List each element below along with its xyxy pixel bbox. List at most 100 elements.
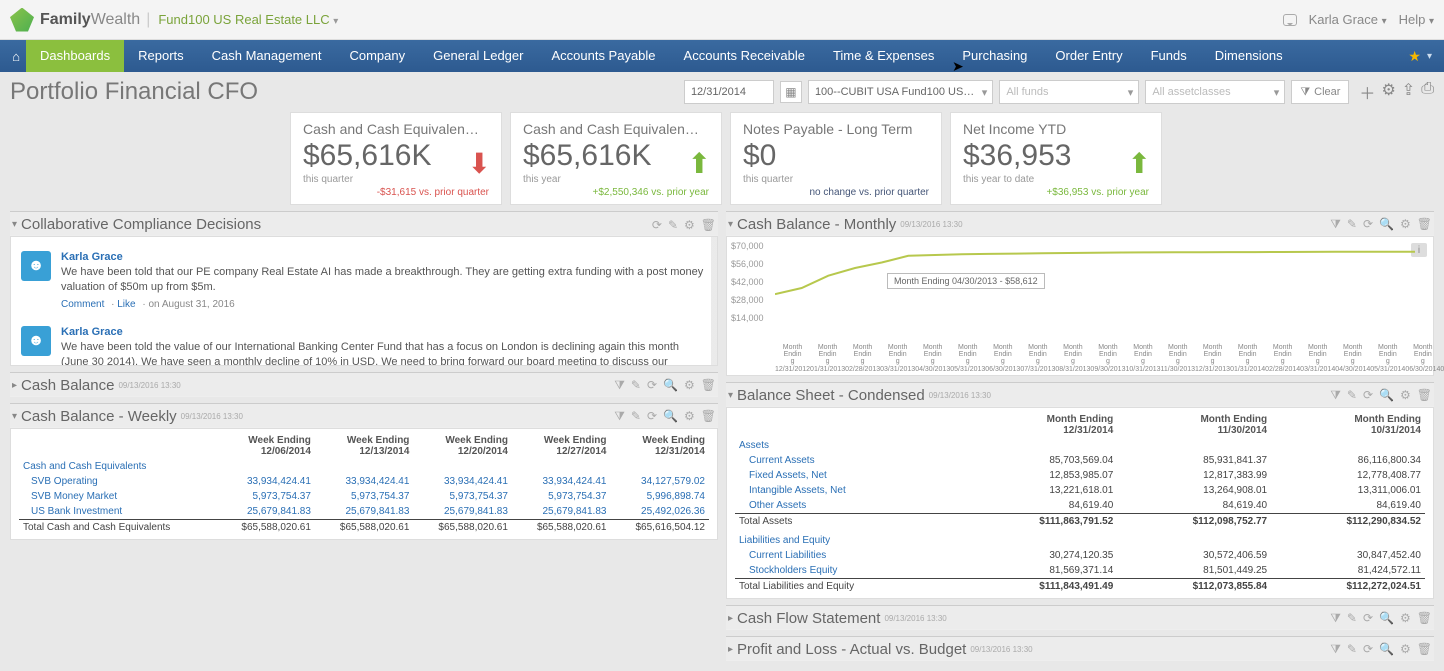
assetclass-select[interactable]: All assetclasses	[1145, 80, 1285, 104]
edit-icon[interactable]: ✎	[1347, 388, 1357, 403]
filter-icon[interactable]: ⧩	[614, 378, 625, 393]
expand-toggle-icon[interactable]: ▸	[12, 380, 17, 391]
gear-icon[interactable]: ⚙	[684, 378, 695, 393]
row-label[interactable]: SVB Money Market	[19, 489, 216, 504]
feed-author[interactable]: Karla Grace	[61, 251, 707, 263]
expand-toggle-icon[interactable]: ▸	[728, 613, 733, 624]
nav-home[interactable]: ⌂	[6, 49, 26, 64]
edit-icon[interactable]: ✎	[1347, 642, 1357, 657]
cell[interactable]: 33,934,424.41	[315, 474, 414, 489]
search-icon[interactable]: 🔍	[1379, 217, 1394, 232]
nav-item-reports[interactable]: Reports	[124, 40, 198, 72]
search-icon[interactable]: 🔍	[1379, 388, 1394, 403]
filter-icon[interactable]: ⧩	[1330, 217, 1341, 232]
cell[interactable]: 33,934,424.41	[512, 474, 611, 489]
cell[interactable]: 25,679,841.83	[216, 504, 315, 520]
collapse-toggle-icon[interactable]: ▾	[12, 411, 17, 422]
refresh-icon[interactable]: ⟳	[1363, 388, 1373, 403]
filter-icon[interactable]: ⧩	[1330, 388, 1341, 403]
calendar-icon[interactable]: ▦	[780, 81, 802, 103]
kpi-card[interactable]: Cash and Cash Equivalen…$65,616K⬇this qu…	[290, 112, 502, 205]
context-picker[interactable]: Fund100 US Real Estate LLC ▾	[158, 12, 338, 27]
cell[interactable]: 25,492,026.36	[610, 504, 709, 520]
nav-item-dashboards[interactable]: Dashboards	[26, 40, 124, 72]
cell[interactable]: 5,973,754.37	[512, 489, 611, 504]
refresh-icon[interactable]: ⟳	[647, 409, 657, 424]
kpi-card[interactable]: Net Income YTD$36,953⬆this year to date+…	[950, 112, 1162, 205]
filter-icon[interactable]: ⧩	[1330, 642, 1341, 657]
row-label[interactable]: Current Assets	[735, 453, 964, 468]
nav-item-funds[interactable]: Funds	[1137, 40, 1201, 72]
search-icon[interactable]: 🔍	[663, 409, 678, 424]
cell[interactable]: 33,934,424.41	[413, 474, 512, 489]
row-label[interactable]: Stockholders Equity	[735, 563, 964, 579]
user-menu[interactable]: Karla Grace ▾	[1309, 12, 1387, 27]
gear-icon[interactable]: ⚙	[1400, 388, 1411, 403]
nav-item-dimensions[interactable]: Dimensions	[1201, 40, 1297, 72]
share-icon[interactable]: ⇪	[1402, 80, 1415, 104]
favorite-star-icon[interactable]: ★	[1408, 48, 1421, 65]
cash-monthly-chart[interactable]: i $70,000 $56,000 $42,000 $28,000 $14,00…	[726, 236, 1434, 376]
filter-icon[interactable]: ⧩	[1330, 611, 1341, 626]
edit-icon[interactable]: ✎	[631, 409, 641, 424]
edit-icon[interactable]: ✎	[631, 378, 641, 393]
fund-select[interactable]: All funds	[999, 80, 1139, 104]
cell[interactable]: 5,973,754.37	[315, 489, 414, 504]
refresh-icon[interactable]: ⟳	[1363, 217, 1373, 232]
nav-item-accounts-payable[interactable]: Accounts Payable	[537, 40, 669, 72]
gear-icon[interactable]: ⚙	[1400, 611, 1411, 626]
caret-down-icon[interactable]: ▾	[1427, 51, 1432, 62]
gear-icon[interactable]: ⚙	[684, 409, 695, 424]
cell[interactable]: 25,679,841.83	[315, 504, 414, 520]
trash-icon[interactable]: 🗑	[1417, 388, 1432, 403]
nav-item-cash-management[interactable]: Cash Management	[198, 40, 336, 72]
entity-select[interactable]: 100--CUBIT USA Fund100 US…	[808, 80, 993, 104]
nav-item-accounts-receivable[interactable]: Accounts Receivable	[670, 40, 819, 72]
gear-icon[interactable]: ⚙	[1400, 642, 1411, 657]
gear-icon[interactable]: ⚙	[684, 218, 695, 232]
row-label[interactable]: Current Liabilities	[735, 548, 964, 563]
row-label[interactable]: US Bank Investment	[19, 504, 216, 520]
section-header[interactable]: Liabilities and Equity	[735, 533, 1425, 548]
edit-icon[interactable]: ✎	[1347, 611, 1357, 626]
row-label[interactable]: Intangible Assets, Net	[735, 483, 964, 498]
cell[interactable]: 5,996,898.74	[610, 489, 709, 504]
add-icon[interactable]: ＋	[1359, 80, 1375, 104]
search-icon[interactable]: 🔍	[1379, 611, 1394, 626]
trash-icon[interactable]: 🗑	[701, 378, 716, 393]
edit-icon[interactable]: ✎	[668, 218, 678, 232]
nav-item-general-ledger[interactable]: General Ledger	[419, 40, 537, 72]
section-header[interactable]: Cash and Cash Equivalents	[19, 459, 709, 474]
search-icon[interactable]: 🔍	[663, 378, 678, 393]
trash-icon[interactable]: 🗑	[1417, 611, 1432, 626]
kpi-card[interactable]: Notes Payable - Long Term$0this quartern…	[730, 112, 942, 205]
help-menu[interactable]: Help ▾	[1399, 12, 1434, 27]
section-header[interactable]: Assets	[735, 438, 1425, 453]
trash-icon[interactable]: 🗑	[701, 409, 716, 424]
cell[interactable]: 5,973,754.37	[216, 489, 315, 504]
row-label[interactable]: Fixed Assets, Net	[735, 468, 964, 483]
refresh-icon[interactable]: ⟳	[1363, 611, 1373, 626]
gear-icon[interactable]: ⚙	[1400, 217, 1411, 232]
nav-item-company[interactable]: Company	[335, 40, 419, 72]
feed-author[interactable]: Karla Grace	[61, 326, 707, 338]
gear-icon[interactable]: ⚙	[1381, 80, 1395, 104]
row-label[interactable]: Other Assets	[735, 498, 964, 514]
clear-filters-button[interactable]: ⧩Clear	[1291, 80, 1349, 104]
trash-icon[interactable]: 🗑	[1417, 642, 1432, 657]
row-label[interactable]: SVB Operating	[19, 474, 216, 489]
cell[interactable]: 25,679,841.83	[413, 504, 512, 520]
collapse-toggle-icon[interactable]: ▾	[728, 390, 733, 401]
cell[interactable]: 33,934,424.41	[216, 474, 315, 489]
refresh-icon[interactable]: ⟳	[1363, 642, 1373, 657]
search-icon[interactable]: 🔍	[1379, 642, 1394, 657]
comment-link[interactable]: Comment	[61, 299, 104, 310]
trash-icon[interactable]: 🗑	[1417, 217, 1432, 232]
filter-icon[interactable]: ⧩	[614, 409, 625, 424]
edit-icon[interactable]: ✎	[1347, 217, 1357, 232]
like-link[interactable]: Like	[117, 299, 135, 310]
collapse-toggle-icon[interactable]: ▾	[728, 219, 733, 230]
print-icon[interactable]: ⎙	[1421, 80, 1434, 104]
cell[interactable]: 25,679,841.83	[512, 504, 611, 520]
cell[interactable]: 34,127,579.02	[610, 474, 709, 489]
